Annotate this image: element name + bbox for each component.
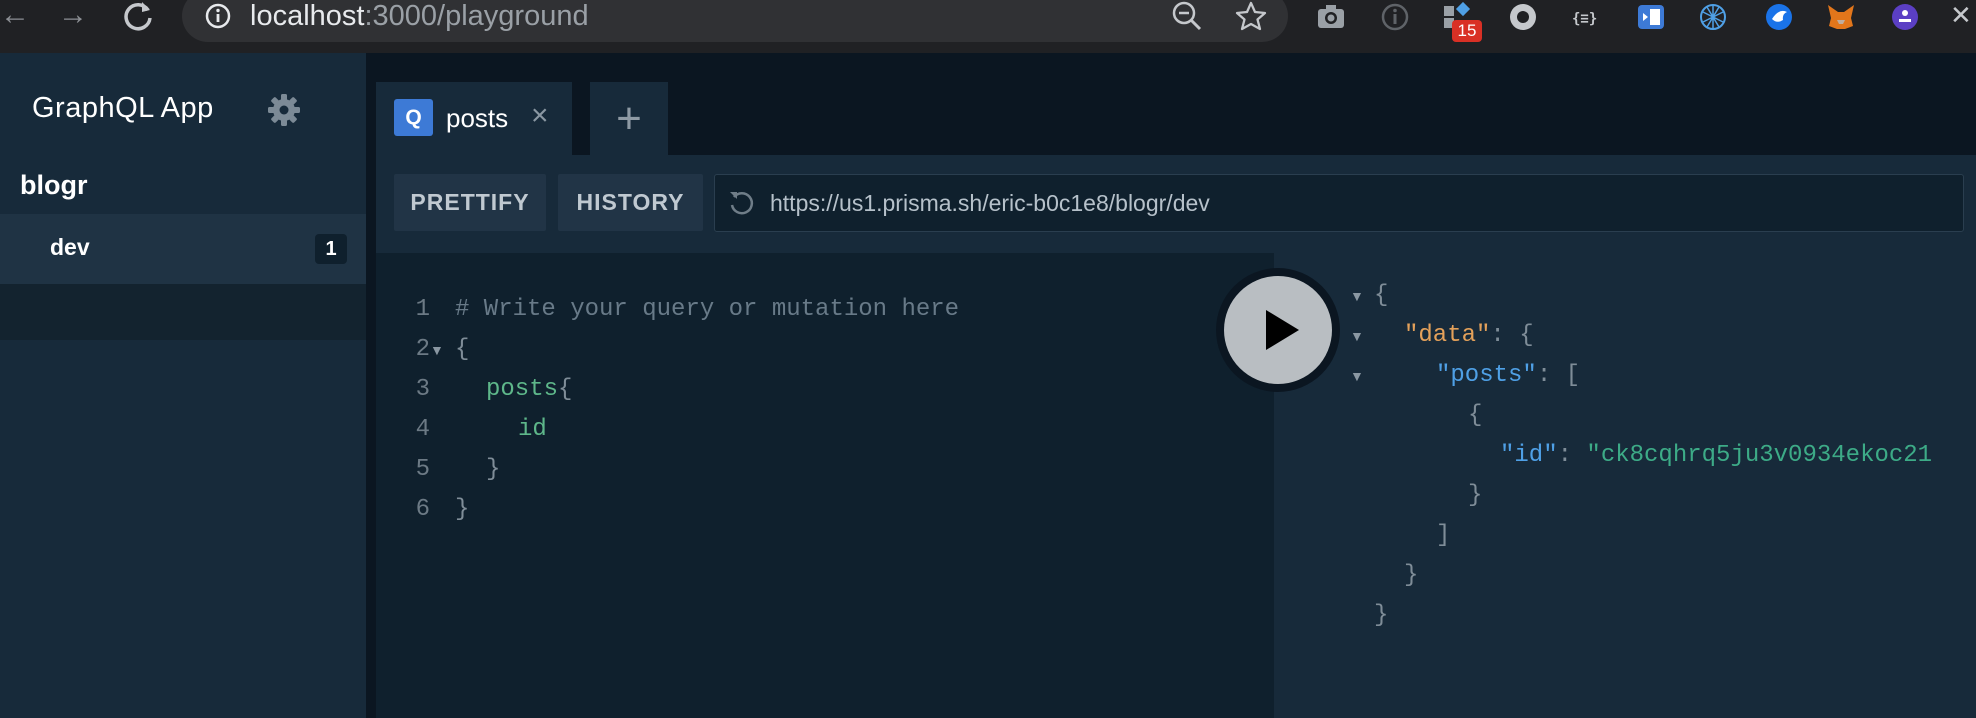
svg-text:{≡}: {≡}	[1572, 11, 1597, 27]
history-button[interactable]: HISTORY	[558, 174, 703, 231]
json-brace: }	[1468, 482, 1483, 509]
line-number: 4	[415, 416, 430, 443]
query-field: posts	[486, 376, 559, 403]
json-extension-icon[interactable]: {≡}	[1570, 2, 1606, 32]
url-path: :3000/playground	[364, 0, 589, 32]
fold-arrow-icon[interactable]: ▼	[1350, 316, 1364, 356]
metamask-fox-icon[interactable]	[1826, 2, 1856, 32]
zoom-icon[interactable]	[1170, 0, 1204, 39]
blue-extension-icon[interactable]	[1636, 2, 1666, 32]
json-id-value: "ck8cqhrq5ju3v0934ekoc21	[1586, 442, 1933, 469]
query-type-badge: Q	[394, 99, 433, 136]
json-brace: {	[1468, 402, 1483, 429]
json-key-data: "data"	[1404, 322, 1491, 349]
bird-extension-icon[interactable]	[1764, 2, 1794, 32]
reload-schema-icon[interactable]	[727, 188, 757, 218]
reload-page-icon[interactable]	[120, 0, 156, 34]
gear-icon[interactable]	[266, 92, 302, 128]
fold-arrow-icon[interactable]: ▼	[1350, 276, 1364, 316]
forward-icon[interactable]: →	[58, 0, 88, 34]
close-tab-icon[interactable]: ×	[531, 101, 549, 131]
back-icon[interactable]: ←	[0, 0, 30, 34]
json-key-id: "id"	[1500, 442, 1558, 469]
code-line: posts{	[486, 370, 572, 410]
fold-arrow-icon[interactable]: ▼	[430, 330, 444, 370]
app-title: GraphQL App	[32, 92, 214, 124]
line-number: 3	[415, 376, 430, 403]
info-extension-icon[interactable]	[1380, 2, 1410, 32]
stage-name: dev	[50, 234, 90, 260]
url-host: localhost	[250, 0, 365, 32]
site-info-icon[interactable]	[204, 2, 232, 30]
json-line: "posts": [	[1436, 356, 1580, 396]
json-line: "data": {	[1404, 316, 1534, 356]
json-punct: : [	[1536, 362, 1581, 389]
json-punct: :	[1557, 442, 1587, 469]
code-brace: }	[486, 456, 501, 483]
code-brace: }	[455, 496, 470, 523]
network-extension-icon[interactable]	[1698, 2, 1728, 32]
json-brace: {	[1374, 282, 1389, 309]
sidebar-divider	[366, 53, 376, 718]
play-icon	[1266, 310, 1299, 350]
endpoint-url: https://us1.prisma.sh/eric-b0c1e8/blogr/…	[770, 190, 1210, 216]
prettify-button[interactable]: PRETTIFY	[394, 174, 546, 231]
sub-field: id	[518, 416, 547, 443]
project-name[interactable]: blogr	[20, 170, 88, 201]
sidebar-empty-row	[0, 284, 366, 340]
line-number: 5	[415, 456, 430, 483]
json-brace: }	[1404, 562, 1419, 589]
fold-arrow-icon[interactable]: ▼	[1350, 356, 1364, 396]
line-number: 1	[415, 296, 430, 323]
line-number: 6	[415, 496, 430, 523]
close-extension-icon[interactable]: ✕	[1950, 0, 1972, 30]
add-tab-button[interactable]: +	[590, 82, 668, 155]
code-brace: {	[558, 376, 573, 403]
code-comment: # Write your query or mutation here	[455, 296, 960, 323]
json-line: "id": "ck8cqhrq5ju3v0934ekoc21	[1500, 436, 1932, 476]
json-brace: }	[1374, 602, 1389, 629]
json-punct: : {	[1490, 322, 1534, 349]
circle-extension-icon[interactable]	[1508, 2, 1538, 32]
run-query-button[interactable]	[1224, 276, 1332, 384]
tab-label: posts	[446, 103, 509, 133]
stage-count-badge: 1	[315, 234, 347, 264]
line-number: 2	[415, 336, 430, 363]
url-text[interactable]: localhost:3000/playground	[250, 0, 589, 34]
result-viewer	[1274, 253, 1976, 718]
sidebar	[0, 53, 366, 718]
json-key-posts: "posts"	[1436, 362, 1537, 389]
json-bracket: ]	[1436, 522, 1451, 549]
purple-extension-icon[interactable]	[1890, 2, 1920, 32]
camera-extension-icon[interactable]	[1316, 2, 1346, 32]
code-brace: {	[455, 336, 470, 363]
bookmark-star-icon[interactable]	[1234, 0, 1268, 39]
extension-badge: 15	[1452, 20, 1482, 42]
